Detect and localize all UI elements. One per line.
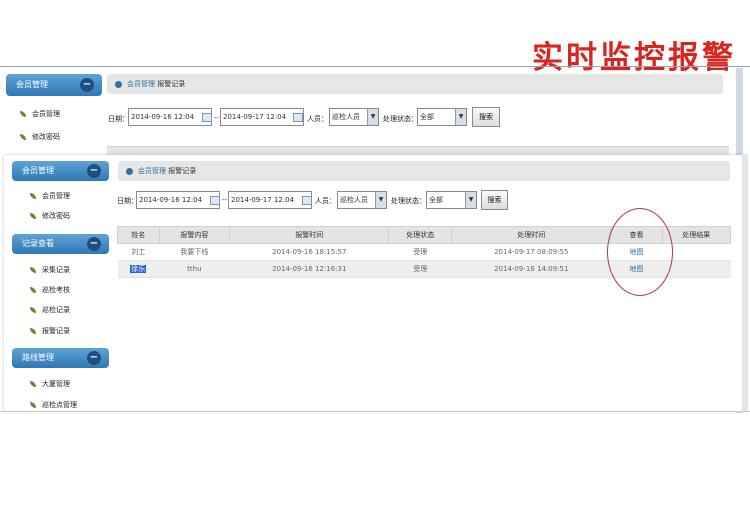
leaf-icon xyxy=(30,267,36,273)
sidebar-item-alarm-records[interactable]: 报警记录 xyxy=(30,326,70,336)
leaf-icon xyxy=(20,111,26,117)
date-separator: -- xyxy=(222,196,228,204)
leaf-icon xyxy=(30,193,36,199)
leaf-icon xyxy=(20,134,26,140)
end-date-input[interactable]: 2014-09-17 12:04 xyxy=(228,191,312,209)
start-date-input[interactable]: 2014-09-16 12:04 xyxy=(128,108,212,126)
calendar-icon[interactable] xyxy=(202,113,212,122)
sidebar-panel-member[interactable]: 会员管理 − xyxy=(6,74,102,96)
sidebar-item-patrol-assessment[interactable]: 巡检考核 xyxy=(30,285,70,295)
person-label: 人员： xyxy=(315,197,336,205)
person-select[interactable]: 巡检人员 ▼ xyxy=(329,108,379,126)
person-label: 人员： xyxy=(307,115,328,123)
sidebar-panel-routes[interactable]: 路线管理 − xyxy=(12,348,109,368)
col-header-alarm-time: 报警时间 xyxy=(229,226,390,244)
breadcrumb: 会员管理 报警记录 xyxy=(107,74,723,94)
cell-alarm-time: 2014-09-16 12:16:31 xyxy=(229,260,389,278)
collapse-icon[interactable]: − xyxy=(87,164,101,178)
divider-line xyxy=(0,411,750,412)
sidebar-item-change-password[interactable]: 修改密码 xyxy=(30,211,70,221)
status-label: 处理状态： xyxy=(391,197,426,205)
sidebar-item-member-manage[interactable]: 会员管理 xyxy=(20,109,60,119)
sidebar-item-change-password[interactable]: 修改密码 xyxy=(20,132,60,142)
breadcrumb: 会员管理 报警记录 xyxy=(118,161,730,181)
date-label: 日期： xyxy=(108,115,129,123)
cell-name: 徐乐 xyxy=(117,260,160,278)
sidebar-item-collect-records[interactable]: 采集记录 xyxy=(30,265,70,275)
globe-icon xyxy=(126,167,133,175)
sidebar-item-checkpoint-manage[interactable]: 巡检点管理 xyxy=(30,400,77,410)
sidebar-panel-records[interactable]: 记录查看 − xyxy=(12,234,109,254)
scrollbar[interactable] xyxy=(742,154,748,412)
col-header-name: 姓名 xyxy=(117,226,160,244)
status-label: 处理状态： xyxy=(383,115,418,123)
cell-status: 受理 xyxy=(388,243,452,261)
sidebar-item-building-manage[interactable]: 大厦管理 xyxy=(30,379,70,389)
collapse-icon[interactable]: − xyxy=(87,237,101,251)
breadcrumb-page: 报警记录 xyxy=(157,80,186,88)
leaf-icon xyxy=(30,402,36,408)
calendar-icon[interactable] xyxy=(293,113,303,122)
leaf-icon xyxy=(30,381,36,387)
chevron-down-icon: ▼ xyxy=(465,192,476,208)
search-button[interactable]: 搜索 xyxy=(472,107,500,127)
annotation-circle xyxy=(607,208,673,296)
cell-content: tthu xyxy=(159,260,230,278)
leaf-icon xyxy=(30,287,36,293)
date-separator: -- xyxy=(214,114,220,122)
collapse-icon[interactable]: − xyxy=(80,78,94,92)
leaf-icon xyxy=(30,307,36,313)
status-select[interactable]: 全部 ▼ xyxy=(426,191,477,209)
breadcrumb-section[interactable]: 会员管理 xyxy=(127,80,155,88)
cell-status: 受理 xyxy=(388,260,452,278)
sidebar-panel-member[interactable]: 会员管理 − xyxy=(12,161,109,181)
collapse-icon[interactable]: − xyxy=(87,351,101,365)
slide-title: 实时监控报警 xyxy=(532,40,736,76)
leaf-icon xyxy=(30,213,36,219)
status-select[interactable]: 全部 ▼ xyxy=(417,108,467,126)
breadcrumb-section[interactable]: 会员管理 xyxy=(138,167,166,175)
calendar-icon[interactable] xyxy=(302,196,312,205)
breadcrumb-page: 报警记录 xyxy=(168,167,197,175)
sidebar-item-member-manage[interactable]: 会员管理 xyxy=(30,191,70,201)
panel-title: 会员管理 xyxy=(16,80,48,89)
chevron-down-icon: ▼ xyxy=(375,192,386,208)
end-date-input[interactable]: 2014-09-17 12:04 xyxy=(220,108,304,126)
person-select[interactable]: 巡检人员 ▼ xyxy=(337,191,387,209)
col-header-status: 处理状态 xyxy=(388,226,453,244)
col-header-result: 处理结果 xyxy=(661,226,732,244)
date-label: 日期： xyxy=(117,197,138,205)
col-header-handle-time: 处理时间 xyxy=(451,226,612,244)
cell-handle-time: 2014-09-16 14:09:51 xyxy=(451,260,611,278)
chevron-down-icon: ▼ xyxy=(455,109,466,125)
cell-alarm-time: 2014-09-16 18:15:57 xyxy=(229,243,389,261)
calendar-icon[interactable] xyxy=(210,196,220,205)
divider-line xyxy=(0,66,750,67)
search-button[interactable]: 搜索 xyxy=(481,190,508,210)
col-header-content: 报警内容 xyxy=(158,226,231,244)
globe-icon xyxy=(115,80,122,88)
chevron-down-icon: ▼ xyxy=(367,109,378,125)
cell-result xyxy=(662,260,731,278)
start-date-input[interactable]: 2014-09-16 12:04 xyxy=(136,191,220,209)
cell-handle-time: 2014-09-17 08:09:55 xyxy=(451,243,611,261)
sidebar-item-patrol-records[interactable]: 巡检记录 xyxy=(30,305,70,315)
cell-name: 刘工 xyxy=(117,243,160,261)
selected-text: 徐乐 xyxy=(130,265,147,273)
leaf-icon xyxy=(30,328,36,334)
cell-content: 我要下线 xyxy=(159,243,230,261)
